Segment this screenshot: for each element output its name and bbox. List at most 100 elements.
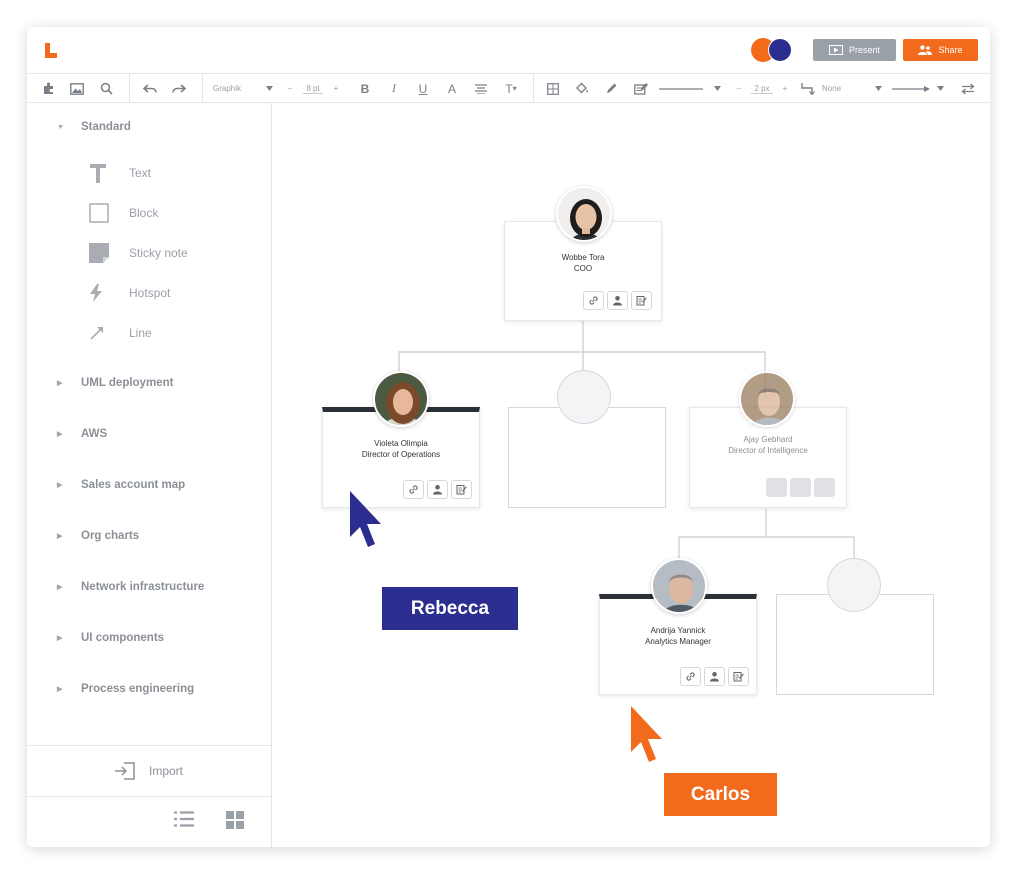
image-icon <box>70 82 84 95</box>
pencil-icon <box>606 83 616 93</box>
edit-button[interactable] <box>728 667 749 686</box>
category-uml-deployment[interactable]: ▶ UML deployment <box>57 373 173 393</box>
person-role: Director of Operations <box>361 450 441 459</box>
shapes-button[interactable] <box>37 74 59 103</box>
list-view-icon <box>174 811 194 827</box>
category-process-engineering[interactable]: ▶ Process engineering <box>57 679 194 699</box>
diagram-canvas[interactable]: Wobbe Tora COO Violeta Olimpia Director … <box>273 104 990 847</box>
lucid-logo-icon[interactable] <box>43 42 59 59</box>
line-routing-button[interactable] <box>799 74 817 103</box>
align-button[interactable] <box>471 74 491 103</box>
line-icon <box>90 327 103 340</box>
link-button[interactable] <box>583 291 604 310</box>
category-aws[interactable]: ▶ AWS <box>57 424 107 444</box>
swap-endpoints-button[interactable] <box>957 74 979 103</box>
category-label: Org charts <box>81 530 140 542</box>
grid-view-button[interactable] <box>226 811 244 834</box>
share-button[interactable]: Share <box>903 39 978 61</box>
underline-button[interactable]: U <box>413 74 433 103</box>
person-name: Ajay Gebhard <box>743 435 793 444</box>
shape-hotspot[interactable]: Hotspot <box>89 280 170 306</box>
solid-line-icon <box>659 87 703 90</box>
link-button[interactable] <box>403 480 424 499</box>
undo-button[interactable] <box>139 74 161 103</box>
font-select[interactable]: Graphik <box>213 74 273 103</box>
category-standard[interactable]: ▼ Standard <box>57 117 131 137</box>
category-network-infrastructure[interactable]: ▶ Network infrastructure <box>57 577 204 597</box>
chevron-right-icon: ▶ <box>57 431 63 438</box>
line-style-select[interactable] <box>659 74 721 103</box>
line-width-decrease[interactable]: – <box>735 74 743 103</box>
category-sales-account-map[interactable]: ▶ Sales account map <box>57 475 185 495</box>
profile-photo-root <box>556 186 612 242</box>
text-options-button[interactable]: T ▾ <box>500 74 522 103</box>
shape-label: Line <box>129 326 152 340</box>
italic-button[interactable]: I <box>384 74 404 103</box>
shape-label: Text <box>129 166 152 180</box>
category-label: Network infrastructure <box>81 581 205 593</box>
profile-button[interactable] <box>607 291 628 310</box>
block-icon <box>89 203 109 223</box>
share-label: Share <box>938 45 963 55</box>
fill-color-button[interactable] <box>571 74 593 103</box>
arrow-line-icon <box>892 85 930 92</box>
action-placeholder <box>790 478 811 497</box>
swap-icon <box>961 83 975 94</box>
redo-icon <box>172 83 186 93</box>
chevron-right-icon: ▶ <box>57 584 63 591</box>
present-button[interactable]: Present <box>813 39 896 61</box>
person-role: Analytics Manager <box>645 637 711 646</box>
collaborator-avatar[interactable] <box>768 38 792 62</box>
photo-placeholder <box>557 370 611 424</box>
edit-button[interactable] <box>451 480 472 499</box>
line-width-input[interactable]: 2 px <box>747 74 777 103</box>
text-color-button[interactable]: A <box>442 74 462 103</box>
chevron-right-icon: ▶ <box>57 380 63 387</box>
shape-line[interactable]: Line <box>89 320 152 346</box>
import-icon <box>114 762 135 780</box>
table-button[interactable] <box>542 74 564 103</box>
endpoint-start-select[interactable]: None <box>822 74 882 103</box>
person-icon <box>710 672 719 682</box>
category-ui-components[interactable]: ▶ UI components <box>57 628 164 648</box>
present-icon <box>828 45 843 55</box>
edit-note-icon <box>636 296 647 306</box>
person-role: COO <box>573 264 593 273</box>
shape-block[interactable]: Block <box>89 200 158 226</box>
import-button[interactable]: Import <box>27 745 271 797</box>
edit-note-icon <box>733 672 744 682</box>
endpoint-end-select[interactable] <box>892 74 944 103</box>
grid-view-icon <box>226 811 244 829</box>
category-label: Sales account map <box>81 479 186 491</box>
font-size-increase[interactable]: + <box>331 74 341 103</box>
profile-button[interactable] <box>427 480 448 499</box>
chevron-right-icon: ▶ <box>57 686 63 693</box>
shape-text[interactable]: Text <box>89 160 151 186</box>
bold-button[interactable]: B <box>355 74 375 103</box>
action-placeholder <box>814 478 835 497</box>
person-icon <box>613 296 622 306</box>
search-icon <box>100 82 113 95</box>
list-view-button[interactable] <box>174 811 194 832</box>
cursor-arrow-icon <box>350 491 381 547</box>
link-button[interactable] <box>680 667 701 686</box>
edit-button[interactable] <box>631 291 652 310</box>
search-button[interactable] <box>95 74 117 103</box>
profile-button[interactable] <box>704 667 725 686</box>
style-button[interactable] <box>630 74 652 103</box>
font-size-input[interactable]: 8 pt <box>298 74 328 103</box>
profile-photo-right <box>739 371 795 427</box>
category-org-charts[interactable]: ▶ Org charts <box>57 526 139 546</box>
redo-button[interactable] <box>168 74 190 103</box>
line-width-increase[interactable]: + <box>780 74 790 103</box>
person-icon <box>433 485 442 495</box>
top-bar: Present Share <box>27 27 990 73</box>
shape-label: Sticky note <box>129 246 188 260</box>
shape-library-sidebar: ▼ Standard Text Block Sticky note Hotspo… <box>27 103 272 847</box>
chevron-down-icon <box>266 86 273 91</box>
image-button[interactable] <box>66 74 88 103</box>
font-name: Graphik <box>213 84 242 93</box>
font-size-decrease[interactable]: – <box>286 74 294 103</box>
line-color-button[interactable] <box>600 74 622 103</box>
shape-sticky-note[interactable]: Sticky note <box>89 240 188 266</box>
